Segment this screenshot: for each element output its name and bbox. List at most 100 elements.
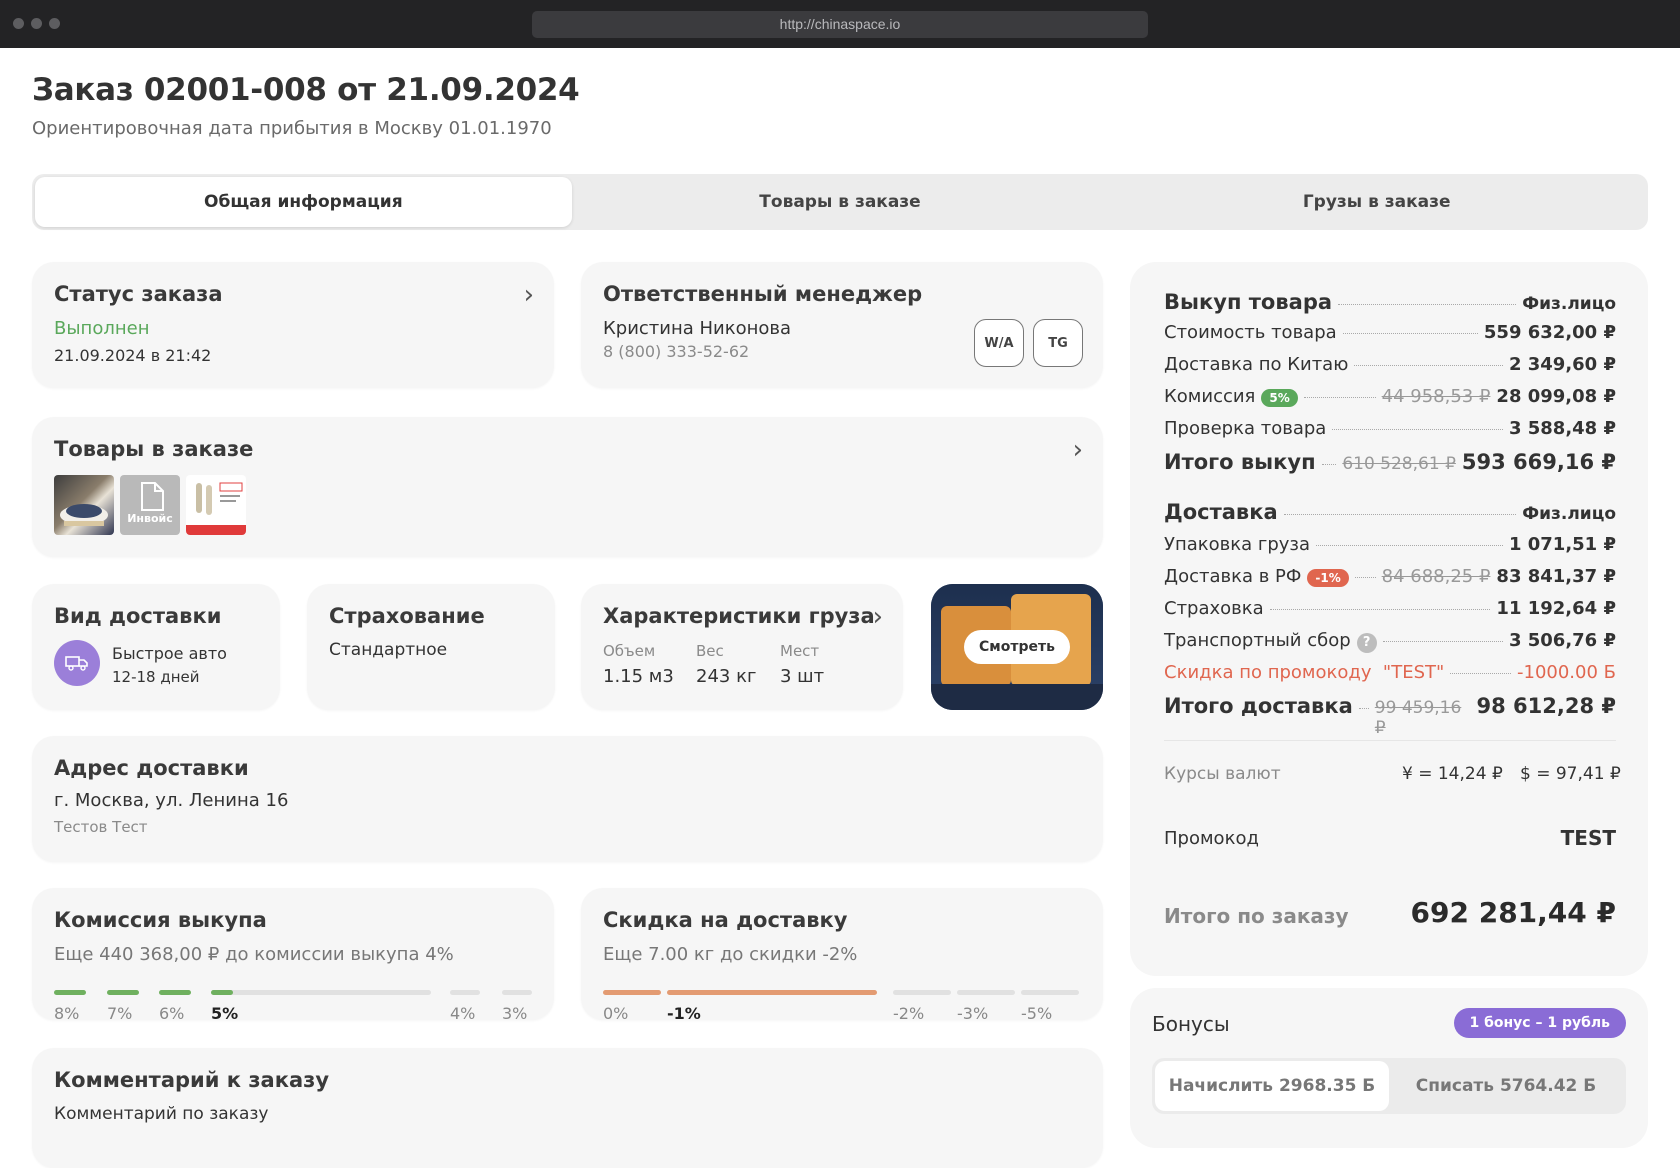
rf-discount-badge: -1% (1307, 569, 1349, 587)
spend-bonus-button[interactable]: Списать 5764.42 Б (1389, 1061, 1623, 1111)
delivery-discount-title: Скидка на доставку (603, 908, 848, 932)
discount-tick: -3% (957, 1004, 989, 1023)
browser-toolbar: http://chinaspace.io (0, 0, 1680, 48)
delivery-header: Доставка Физ.лицо (1164, 500, 1616, 524)
commission-progress-fill (211, 990, 233, 995)
view-photo-button[interactable]: Смотреть (964, 630, 1070, 664)
cargo-places-value: 3 шт (780, 666, 825, 687)
commission-progress-segment (159, 990, 191, 995)
product-thumbnail-sneakers[interactable] (54, 475, 114, 535)
status-value: Выполнен (54, 318, 150, 339)
rates-label: Курсы валют (1164, 764, 1281, 784)
discount-tick: -2% (893, 1004, 925, 1023)
manager-card: Ответственный менеджер Кристина Никонова… (581, 262, 1103, 388)
goods-card[interactable]: Товары в заказе › Инвойс (32, 417, 1103, 557)
cargo-title: Характеристики груза (603, 604, 875, 628)
address-bar[interactable]: http://chinaspace.io (532, 11, 1148, 38)
cargo-volume-label: Объем (603, 642, 656, 660)
discount-progress-fill (667, 990, 877, 995)
status-date: 21.09.2024 в 21:42 (54, 346, 212, 365)
divider (1164, 740, 1616, 741)
address-card: Адрес доставки г. Москва, ул. Ленина 16 … (32, 736, 1103, 862)
commission-badge: 5% (1261, 389, 1298, 407)
order-summary: Выкуп товара Физ.лицо Стоимость товара 5… (1130, 262, 1648, 976)
tab-cargo[interactable]: Грузы в заказе (1108, 177, 1645, 227)
manager-name: Кристина Никонова (603, 318, 792, 339)
china-delivery-row: Доставка по Китаю 2 349,60 ₽ (1164, 354, 1616, 375)
product-thumbnail-earphones[interactable] (186, 475, 246, 535)
commission-note: Еще 440 368,00 ₽ до комиссии выкупа 4% (54, 944, 454, 965)
bonus-toggle: Начислить 2968.35 Б Списать 5764.42 Б (1152, 1058, 1626, 1114)
delivery-type-days: 12-18 дней (112, 668, 200, 686)
rf-delivery-row: Доставка в РФ -1% 84 688,25 ₽ 83 841,37 … (1164, 566, 1616, 587)
comment-input[interactable]: Комментарий по заказу (54, 1104, 268, 1124)
check-row: Проверка товара 3 588,48 ₽ (1164, 418, 1616, 439)
tabs: Общая информация Товары в заказе Грузы в… (32, 174, 1648, 230)
discount-tick: -5% (1021, 1004, 1053, 1023)
page: Заказ 02001-008 от 21.09.2024 Ориентиров… (0, 48, 1680, 1168)
chevron-right-icon[interactable]: › (873, 604, 883, 630)
cargo-volume-value: 1.15 м3 (603, 666, 674, 687)
purchase-total-row: Итого выкуп 610 528,61 ₽ 593 669,16 ₽ (1164, 450, 1616, 474)
whatsapp-button[interactable]: W/A (974, 319, 1024, 367)
discount-tick: 0% (603, 1004, 629, 1023)
discount-tick-current: -1% (667, 1004, 701, 1023)
arrival-date: Ориентировочная дата прибытия в Москву 0… (32, 118, 552, 139)
commission-card: Комиссия выкупа Еще 440 368,00 ₽ до коми… (32, 888, 554, 1023)
manager-title: Ответственный менеджер (603, 282, 923, 306)
delivery-type-title: Вид доставки (54, 604, 222, 628)
commission-progress-track (211, 990, 431, 995)
rate-usd: $ = 97,41 ₽ (1520, 764, 1621, 784)
cargo-card[interactable]: Характеристики груза › Объем Вес Мест 1.… (581, 584, 903, 710)
chevron-right-icon[interactable]: › (524, 282, 534, 308)
bonus-card: Бонусы 1 бонус – 1 рубль Начислить 2968.… (1130, 988, 1648, 1148)
commission-tick: 7% (107, 1004, 133, 1023)
cargo-places-label: Мест (780, 642, 820, 660)
delivery-discount-note: Еще 7.00 кг до скидки -2% (603, 944, 858, 965)
status-card[interactable]: Статус заказа › Выполнен 21.09.2024 в 21… (32, 262, 554, 388)
commission-tick: 8% (54, 1004, 80, 1023)
commission-progress-segment (450, 990, 480, 995)
packing-row: Упаковка груза 1 071,51 ₽ (1164, 534, 1616, 555)
comment-card: Комментарий к заказу Комментарий по зака… (32, 1048, 1103, 1168)
purchase-title: Выкуп товара (1164, 290, 1333, 314)
commission-title: Комиссия выкупа (54, 908, 267, 932)
goods-title: Товары в заказе (54, 437, 254, 461)
commission-progress-segment (54, 990, 86, 995)
document-icon (141, 482, 164, 511)
commission-tick: 4% (450, 1004, 476, 1023)
commission-row: Комиссия 5% 44 958,53 ₽ 28 099,08 ₽ (1164, 386, 1616, 407)
bonus-title: Бонусы (1152, 1012, 1230, 1036)
help-icon[interactable]: ? (1356, 633, 1377, 653)
delivery-total-row: Итого доставка 99 459,16 ₽ 98 612,28 ₽ (1164, 694, 1616, 738)
comment-title: Комментарий к заказу (54, 1068, 330, 1092)
bonus-rate-badge: 1 бонус – 1 рубль (1453, 1008, 1626, 1038)
tab-general[interactable]: Общая информация (35, 177, 572, 227)
accrue-bonus-button[interactable]: Начислить 2968.35 Б (1155, 1061, 1389, 1111)
promo-discount-row: Скидка по промокоду "TEST" -1000.00 Б (1164, 662, 1616, 683)
commission-progress-segment (107, 990, 139, 995)
delivery-discount-card: Скидка на доставку Еще 7.00 кг до скидки… (581, 888, 1103, 1023)
insurance-title: Страхование (329, 604, 485, 628)
address-line: г. Москва, ул. Ленина 16 (54, 790, 289, 811)
insurance-value: Стандартное (329, 640, 448, 660)
tab-goods[interactable]: Товары в заказе (572, 177, 1109, 227)
cargo-photo[interactable]: Смотреть (931, 584, 1103, 710)
commission-tick: 6% (159, 1004, 185, 1023)
invoice-label: Инвойс (127, 512, 173, 525)
invoice-thumbnail[interactable]: Инвойс (120, 475, 180, 535)
chevron-right-icon[interactable]: › (1073, 437, 1083, 463)
address-recipient: Тестов Тест (54, 818, 148, 836)
page-title: Заказ 02001-008 от 21.09.2024 (32, 72, 580, 108)
window-controls[interactable] (13, 18, 60, 29)
telegram-button[interactable]: TG (1033, 319, 1083, 367)
insurance-row: Страховка 11 192,64 ₽ (1164, 598, 1616, 619)
cargo-weight-label: Вес (696, 642, 724, 660)
delivery-type-name: Быстрое авто (112, 644, 227, 663)
insurance-card: Страхование Стандартное (307, 584, 555, 710)
delivery-type-card: Вид доставки Быстрое авто 12-18 дней (32, 584, 280, 710)
address-title: Адрес доставки (54, 756, 249, 780)
purchase-type: Физ.лицо (1522, 294, 1616, 314)
order-total: 692 281,44 ₽ (1410, 896, 1616, 929)
promo-value: TEST (1560, 826, 1616, 850)
